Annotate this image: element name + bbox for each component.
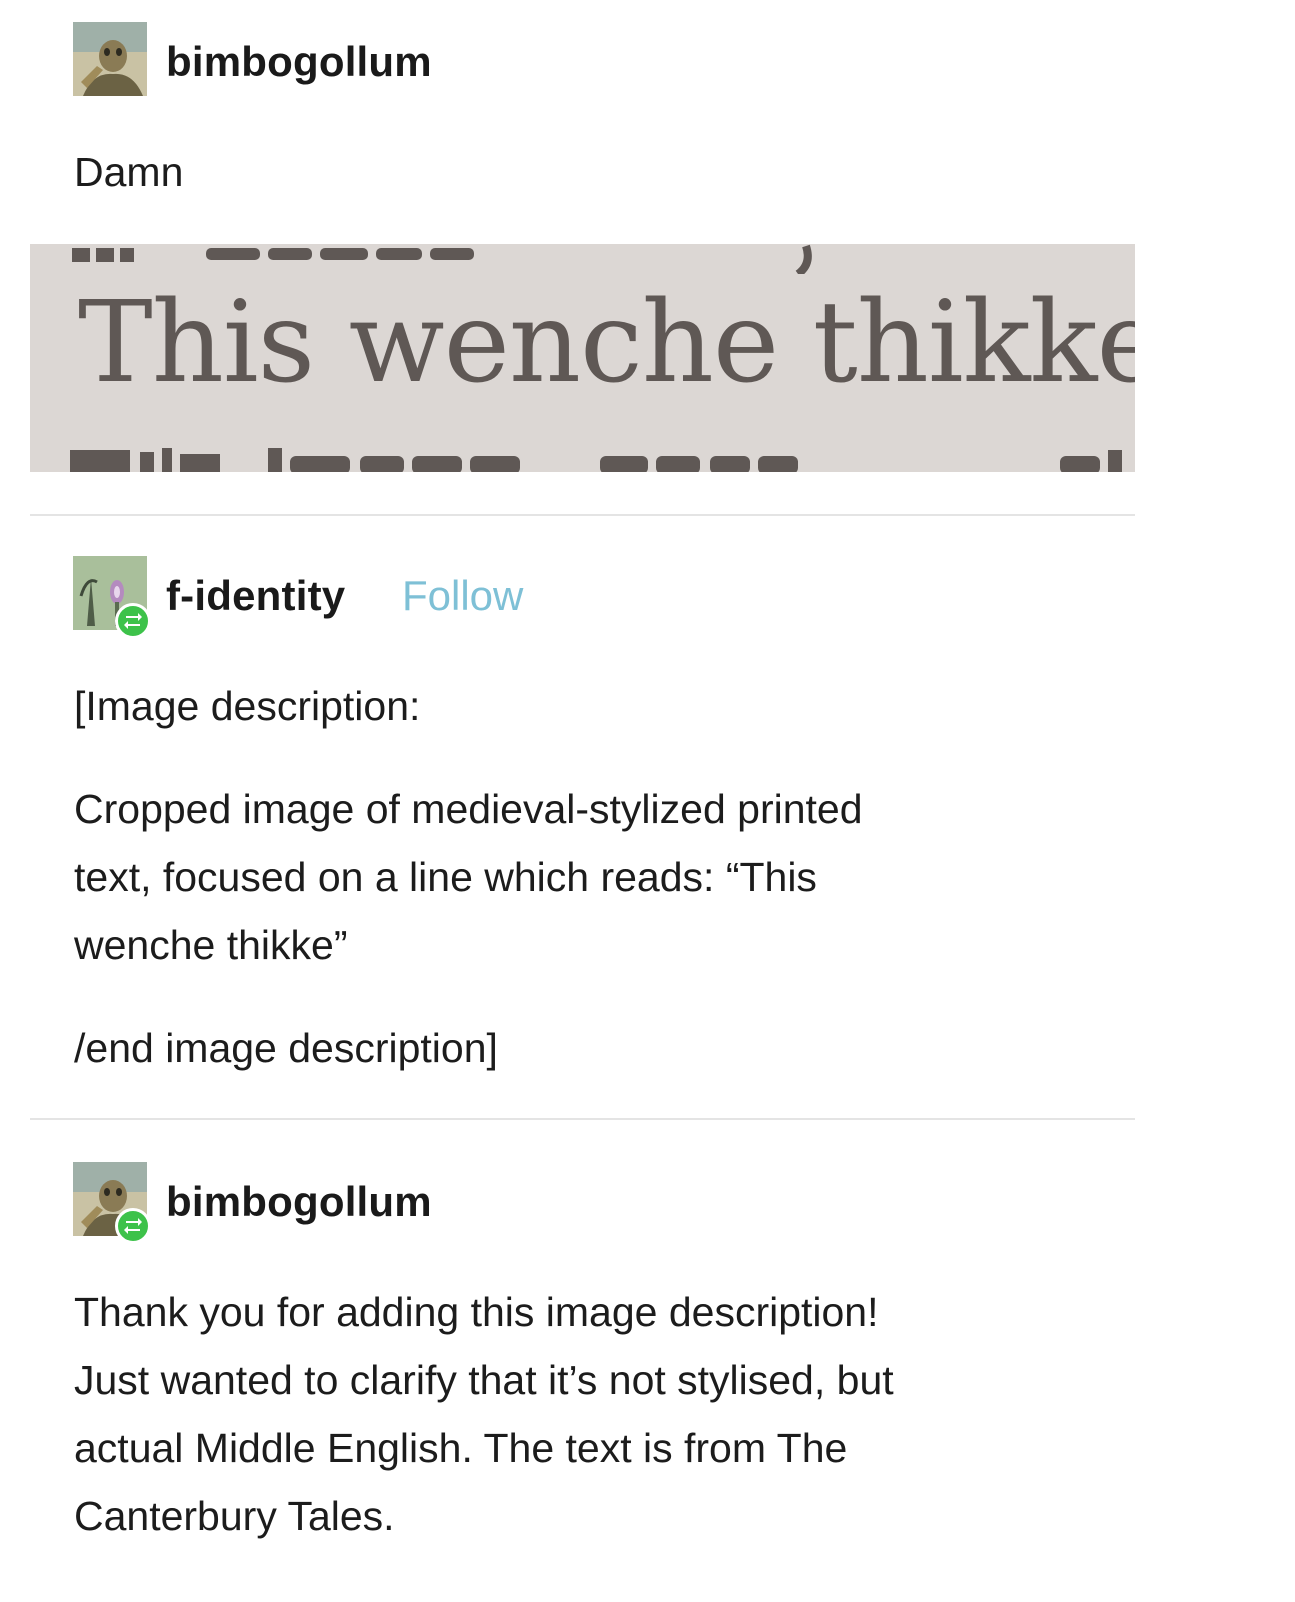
gollum-avatar-icon[interactable] (73, 22, 147, 96)
post-image[interactable]: This wenche thikke (30, 244, 1135, 472)
reblog-icon (115, 1208, 151, 1244)
scan-cropped-line-bottom-marks (70, 448, 1122, 472)
post-body-line: Just wanted to clarify that it’s not sty… (74, 1357, 894, 1403)
scan-main-line: This wenche thikke (78, 278, 1135, 408)
reblog-icon (115, 603, 151, 639)
post-divider (30, 514, 1135, 516)
follow-button[interactable]: Follow (402, 572, 523, 620)
post-body-text: Damn (74, 149, 184, 195)
post-username[interactable]: f-identity (166, 572, 345, 620)
post-body-line: wenche thikke” (74, 922, 348, 968)
post-body-line: actual Middle English. The text is from … (74, 1425, 848, 1471)
post-body-line: text, focused on a line which reads: “Th… (74, 854, 817, 900)
post-divider (30, 1118, 1135, 1120)
scan-cropped-line-top-marks (72, 244, 812, 274)
post-username[interactable]: bimbogollum (166, 1178, 432, 1226)
post-username[interactable]: bimbogollum (166, 38, 432, 86)
post-body-line: [Image description: (74, 683, 421, 729)
post-body-line: Cropped image of medieval-stylized print… (74, 786, 863, 832)
post-body-line: Canterbury Tales. (74, 1493, 395, 1539)
post-body-line: Thank you for adding this image descript… (74, 1289, 879, 1335)
post-body-line: /end image description] (74, 1025, 498, 1071)
